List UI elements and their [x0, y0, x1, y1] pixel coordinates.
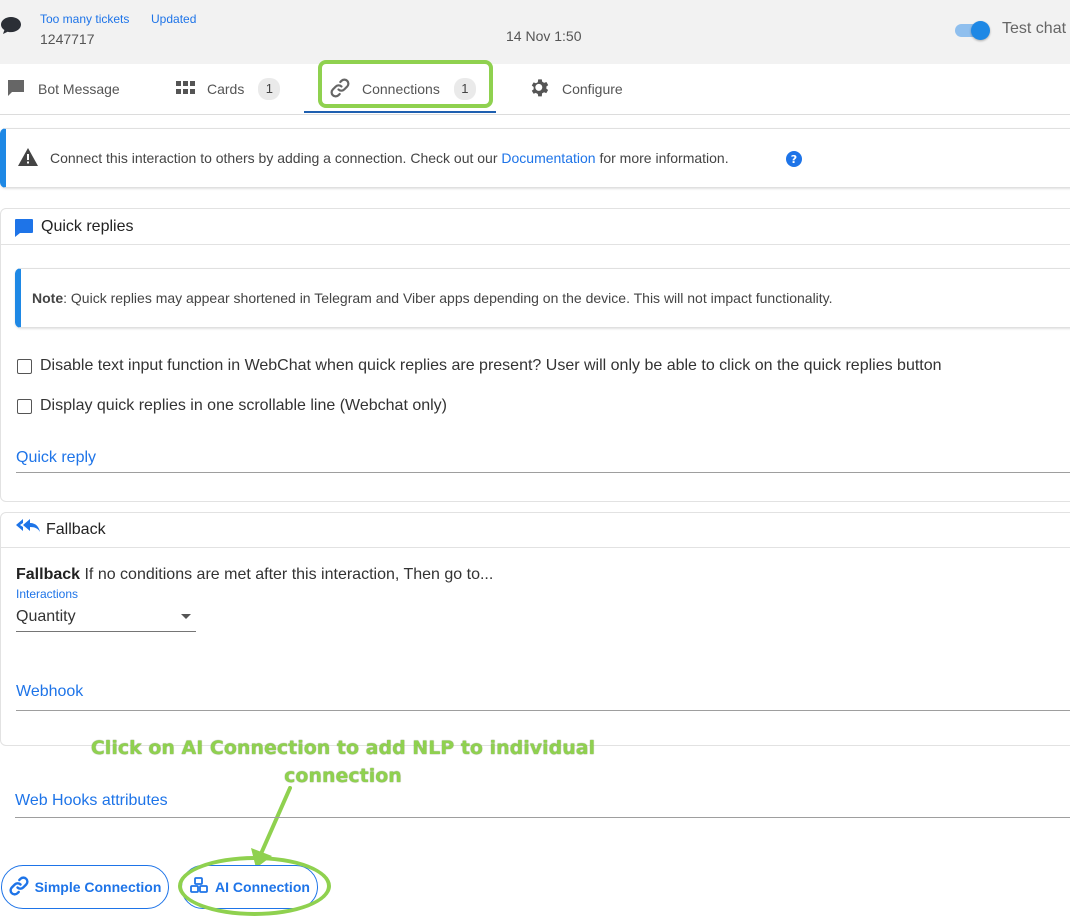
chat-bubble-icon — [0, 14, 22, 36]
interactions-select[interactable]: Quantity — [16, 608, 76, 626]
link-icon — [9, 875, 29, 899]
tab-configure[interactable]: Configure — [530, 64, 623, 114]
quick-replies-icon — [13, 218, 34, 243]
reply-all-icon — [16, 517, 41, 542]
scrollable-line-label: Display quick replies in one scrollable … — [40, 397, 448, 414]
quick-reply-underline — [16, 472, 1070, 473]
help-icon[interactable]: ? — [786, 151, 802, 172]
quick-reply-field[interactable]: Quick reply — [16, 449, 96, 467]
tab-label: Cards — [207, 81, 245, 97]
webhook-field[interactable]: Webhook — [16, 683, 83, 701]
tab-label: Bot Message — [38, 81, 120, 97]
annotation-text: Click on AI Connection to add NLP to ind… — [90, 737, 596, 787]
updated-link[interactable]: Updated — [151, 12, 196, 26]
documentation-link[interactable]: Documentation — [501, 150, 595, 166]
fallback-title: Fallback — [46, 521, 106, 538]
test-chat-label: Test chat — [1002, 20, 1067, 37]
active-tab-indicator — [304, 111, 496, 113]
grid-icon — [176, 80, 195, 98]
divider — [0, 547, 1070, 548]
test-chat-toggle[interactable] — [955, 21, 990, 40]
tab-label: Configure — [562, 81, 623, 97]
quick-replies-title: Quick replies — [41, 218, 134, 235]
divider — [0, 244, 1070, 245]
tab-bot-message[interactable]: Bot Message — [6, 64, 120, 114]
interactions-select-label: Interactions — [16, 587, 79, 601]
simple-connection-button[interactable]: Simple Connection — [1, 865, 169, 909]
disable-text-input-checkbox[interactable] — [17, 359, 32, 374]
gear-icon — [530, 78, 550, 101]
svg-text:?: ? — [791, 153, 797, 166]
quick-replies-card — [0, 208, 1070, 502]
info-banner-text: Connect this interaction to others by ad… — [50, 150, 729, 166]
web-hooks-attributes-underline — [15, 817, 1070, 818]
ticket-id: 1247717 — [40, 31, 95, 47]
header-date: 14 Nov 1:50 — [506, 28, 582, 44]
message-icon — [6, 78, 26, 101]
ai-connection-highlight — [178, 856, 331, 916]
scrollable-line-checkbox[interactable] — [17, 399, 32, 414]
select-underline — [16, 631, 196, 632]
warning-icon — [17, 147, 39, 172]
tab-cards[interactable]: Cards 1 — [176, 64, 281, 114]
connections-tab-highlight — [318, 60, 493, 108]
fallback-description: Fallback If no conditions are met after … — [16, 566, 494, 583]
web-hooks-attributes-field[interactable]: Web Hooks attributes — [15, 792, 168, 810]
disable-text-input-label: Disable text input function in WebChat w… — [40, 357, 942, 374]
cards-count-badge: 1 — [258, 78, 281, 100]
too-many-tickets-link[interactable]: Too many tickets — [40, 12, 129, 26]
caret-down-icon[interactable] — [181, 614, 191, 619]
note-text: Note: Quick replies may appear shortened… — [32, 290, 833, 306]
webhook-underline — [16, 710, 1070, 711]
